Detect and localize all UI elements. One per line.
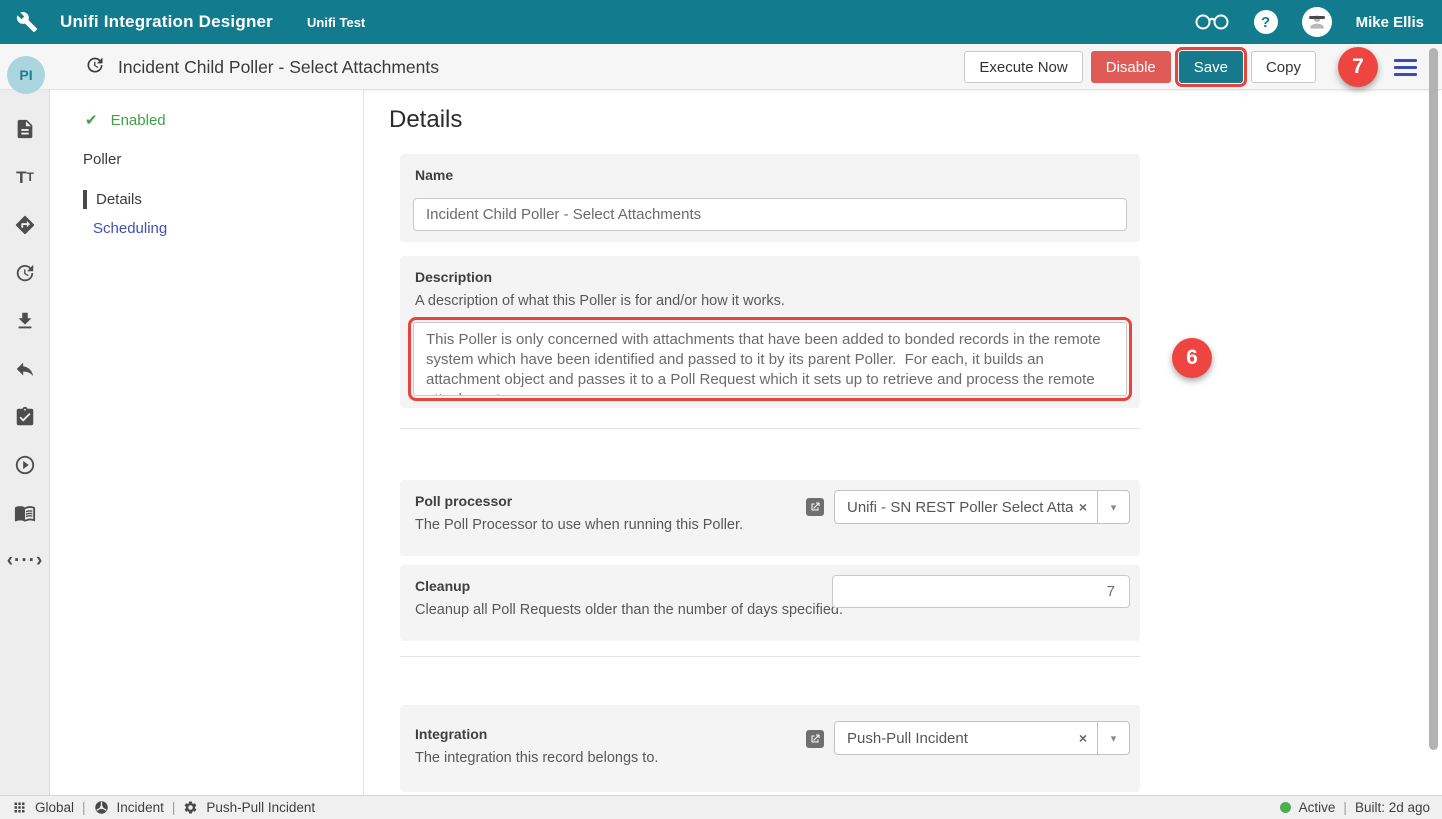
active-indicator: [83, 190, 87, 209]
clear-icon[interactable]: ×: [1079, 499, 1087, 515]
cleanup-help: Cleanup all Poll Requests older than the…: [415, 602, 843, 618]
description-help: A description of what this Poller is for…: [415, 293, 785, 309]
menu-icon[interactable]: [1394, 59, 1417, 76]
document-icon[interactable]: [14, 118, 36, 140]
execute-now-button[interactable]: Execute Now: [964, 51, 1082, 83]
cleanup-label: Cleanup: [415, 578, 470, 594]
record-header: Incident Child Poller - Select Attachmen…: [0, 44, 1442, 90]
cleanup-input[interactable]: [832, 575, 1130, 608]
help-icon[interactable]: ?: [1254, 10, 1278, 34]
code-icon[interactable]: ‹···›: [14, 550, 36, 572]
name-label: Name: [415, 167, 453, 183]
record-type-avatar: PI: [7, 56, 45, 94]
poll-processor-select[interactable]: Unifi - SN REST Poller Select Attach... …: [834, 490, 1098, 524]
download-icon[interactable]: [14, 310, 36, 332]
integration-select[interactable]: Push-Pull Incident ×: [834, 721, 1098, 755]
save-button[interactable]: Save: [1179, 51, 1243, 83]
nav-item-details[interactable]: Details: [83, 190, 142, 209]
chevron-down-icon[interactable]: ▾: [1098, 490, 1130, 524]
integration-label[interactable]: Push-Pull Incident: [206, 800, 315, 815]
name-field-card: Name: [400, 154, 1140, 242]
open-record-icon[interactable]: [806, 730, 824, 748]
environment-name: Unifi Test: [307, 15, 365, 30]
clear-icon[interactable]: ×: [1079, 730, 1087, 746]
enabled-label: Enabled: [111, 112, 166, 129]
text-fields-icon[interactable]: TT: [14, 166, 36, 188]
disable-button[interactable]: Disable: [1091, 51, 1171, 83]
icon-rail: TT ‹···› ▶: [0, 90, 50, 795]
nav-item-scheduling[interactable]: Scheduling: [93, 220, 167, 237]
check-icon: ✔: [85, 111, 98, 129]
description-label: Description: [415, 269, 492, 285]
integration-field-card: Integration The integration this record …: [400, 705, 1140, 792]
annotation-step-7: 7: [1338, 47, 1378, 87]
chevron-down-icon[interactable]: ▾: [1098, 721, 1130, 755]
incident-icon: [94, 800, 109, 815]
reply-icon[interactable]: [14, 358, 36, 380]
table-label[interactable]: Incident: [117, 800, 164, 815]
active-status-label: Active: [1299, 800, 1336, 815]
open-record-icon[interactable]: [806, 498, 824, 516]
spectacles-icon[interactable]: [1194, 9, 1230, 36]
poll-processor-help: The Poll Processor to use when running t…: [415, 517, 743, 533]
integration-help: The integration this record belongs to.: [415, 750, 658, 766]
tasks-icon[interactable]: [14, 406, 36, 428]
integration-label: Integration: [415, 726, 487, 742]
active-status-dot: [1280, 802, 1291, 813]
status-bar: Global | Incident | Push-Pull Incident A…: [0, 795, 1442, 819]
record-nav-panel: ✔ Enabled Poller Details Scheduling: [50, 90, 363, 795]
enabled-status: ✔ Enabled: [85, 111, 166, 129]
nav-section-poller: Poller: [83, 151, 121, 168]
scrollbar-thumb[interactable]: [1429, 48, 1438, 750]
description-textarea[interactable]: This Poller is only concerned with attac…: [413, 322, 1127, 396]
description-field-card: Description A description of what this P…: [400, 256, 1140, 408]
directions-icon[interactable]: [14, 214, 36, 236]
scope-label[interactable]: Global: [35, 800, 74, 815]
unifi-integration-designer-window: Unifi Integration Designer Unifi Test ? …: [0, 0, 1442, 819]
nav-divider: [363, 90, 364, 795]
top-app-bar: Unifi Integration Designer Unifi Test ? …: [0, 0, 1442, 44]
documentation-icon[interactable]: [14, 502, 36, 524]
copy-button[interactable]: Copy: [1251, 51, 1316, 83]
page-title: Incident Child Poller - Select Attachmen…: [118, 57, 439, 78]
built-label: Built: 2d ago: [1355, 800, 1430, 815]
apps-grid-icon[interactable]: [12, 800, 27, 815]
wrench-icon[interactable]: [16, 11, 38, 33]
history-icon[interactable]: [14, 262, 36, 284]
details-heading: Details: [389, 106, 462, 134]
poll-processor-field-card: Poll processor The Poll Processor to use…: [400, 480, 1140, 556]
poll-processor-label: Poll processor: [415, 493, 512, 509]
name-input[interactable]: [413, 198, 1127, 231]
avatar-glasses: [1309, 16, 1325, 19]
update-icon: [85, 55, 105, 80]
run-icon[interactable]: [14, 454, 36, 476]
username-label[interactable]: Mike Ellis: [1356, 14, 1424, 31]
app-title: Unifi Integration Designer: [60, 12, 273, 32]
gear-icon: [183, 800, 198, 815]
cleanup-field-card: Cleanup Cleanup all Poll Requests older …: [400, 565, 1140, 641]
section-divider: [400, 428, 1140, 429]
section-divider: [400, 656, 1140, 657]
user-avatar[interactable]: [1302, 7, 1332, 37]
annotation-step-6: 6: [1172, 338, 1212, 378]
